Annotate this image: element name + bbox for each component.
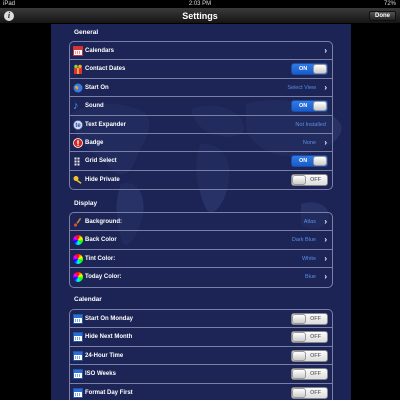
row-value: None <box>302 139 316 146</box>
row-grid-select[interactable]: Grid Select ON <box>70 152 332 171</box>
color-wheel-icon <box>73 253 83 264</box>
row-start-on-monday[interactable]: Start On Monday OFF <box>70 310 332 329</box>
chevron-right-icon: › <box>324 235 327 245</box>
calendar-icon <box>73 332 83 343</box>
sound-toggle[interactable]: ON <box>291 100 328 113</box>
row-label: Tint Color: <box>85 255 116 262</box>
row-hide-next-month[interactable]: Hide Next Month OFF <box>70 328 332 347</box>
row-label: Sound <box>85 103 104 110</box>
section-header-general: General <box>74 29 99 36</box>
row-value: Atlas <box>303 219 316 225</box>
row-today-color[interactable]: Today Color: Blue › <box>70 268 332 286</box>
row-label: Calendars <box>85 48 115 54</box>
chevron-right-icon: › <box>324 82 327 92</box>
page-title: Settings <box>182 11 218 21</box>
hide-private-toggle[interactable]: OFF <box>291 173 328 186</box>
row-label: Grid Select <box>85 158 117 165</box>
calendar-group: Start On Monday OFF Hide Next Month OFF … <box>69 309 333 400</box>
row-text-expander[interactable]: te Text Expander Not Installed <box>70 116 332 134</box>
section-header-calendar: Calendar <box>74 296 102 303</box>
row-label: Format Day First <box>85 389 133 396</box>
row-badge[interactable]: Badge None › <box>70 134 332 153</box>
row-format-day-first[interactable]: Format Day First OFF <box>70 384 332 400</box>
row-hide-private[interactable]: Hide Private OFF <box>70 171 332 189</box>
music-note-icon: ♪ <box>73 100 79 113</box>
calendar-icon <box>73 350 83 361</box>
badge-icon <box>73 138 83 148</box>
chevron-right-icon: › <box>324 217 327 226</box>
row-label: Start On <box>85 84 109 91</box>
birthday-gift-icon <box>74 65 82 75</box>
24-hour-time-toggle[interactable]: OFF <box>291 349 328 362</box>
row-label: Background: <box>85 219 123 225</box>
row-tint-color[interactable]: Tint Color: White › <box>70 250 332 269</box>
grid-select-toggle[interactable]: ON <box>291 155 328 168</box>
general-group: Calendars › Contact Dates ON Start On Se… <box>69 41 333 191</box>
chevron-right-icon: › <box>324 272 327 282</box>
paintbrush-icon <box>73 217 82 227</box>
row-label: ISO Weeks <box>85 371 116 378</box>
row-value: Select View <box>287 84 316 91</box>
row-label: Start On Monday <box>85 316 134 322</box>
color-wheel-icon <box>73 272 83 283</box>
grid-icon <box>74 157 80 166</box>
text-expander-icon: te <box>73 119 83 130</box>
row-label: Back Color <box>85 237 117 244</box>
row-value: Not Installed <box>295 121 326 128</box>
row-background[interactable]: Background: Atlas › <box>70 213 332 232</box>
globe-icon <box>73 83 83 93</box>
row-iso-weeks[interactable]: ISO Weeks OFF <box>70 365 332 384</box>
status-bar: iPad 2:03 PM 72% <box>0 0 400 8</box>
chevron-right-icon: › <box>324 253 327 263</box>
calendar-icon <box>73 387 83 398</box>
iso-weeks-toggle[interactable]: OFF <box>291 368 328 381</box>
row-label: Contact Dates <box>85 66 126 73</box>
color-wheel-icon <box>73 235 83 246</box>
done-button[interactable]: Done <box>369 11 396 21</box>
display-group: Background: Atlas › Back Color Dark Blue… <box>69 212 333 288</box>
row-start-on[interactable]: Start On Select View › <box>70 79 332 98</box>
navigation-bar: i Settings Done <box>0 8 400 24</box>
battery-level: 72% <box>383 1 396 7</box>
row-label: Hide Next Month <box>85 334 133 341</box>
chevron-right-icon: › <box>324 137 327 147</box>
row-label: Hide Private <box>85 176 120 183</box>
row-calendars[interactable]: Calendars › <box>70 42 332 61</box>
start-on-monday-toggle[interactable]: OFF <box>291 313 328 325</box>
row-value: Dark Blue <box>291 237 316 244</box>
row-value: Blue <box>304 274 316 281</box>
row-contact-dates[interactable]: Contact Dates ON <box>70 60 332 79</box>
settings-content[interactable]: General Calendars › Contact Dates ON Sta… <box>51 24 351 400</box>
row-24-hour-time[interactable]: 24-Hour Time OFF <box>70 347 332 366</box>
row-label: Badge <box>85 139 104 146</box>
row-sound[interactable]: ♪ Sound ON <box>70 97 332 116</box>
chevron-right-icon: › <box>324 46 327 55</box>
svg-text:te: te <box>75 123 81 129</box>
clock: 2:03 PM <box>188 1 212 7</box>
key-icon <box>73 175 82 184</box>
row-back-color[interactable]: Back Color Dark Blue › <box>70 231 332 250</box>
row-label: Today Color: <box>85 274 122 281</box>
row-label: Text Expander <box>85 121 126 128</box>
row-value: White <box>301 255 316 262</box>
section-header-display: Display <box>74 200 98 207</box>
calendar-icon <box>73 369 83 380</box>
calendar-icon <box>73 314 83 324</box>
format-day-first-toggle[interactable]: OFF <box>291 386 328 399</box>
calendar-grid-icon <box>73 46 83 56</box>
hide-next-month-toggle[interactable]: OFF <box>291 331 328 344</box>
contact-dates-toggle[interactable]: ON <box>291 63 328 76</box>
row-label: 24-Hour Time <box>85 352 124 359</box>
